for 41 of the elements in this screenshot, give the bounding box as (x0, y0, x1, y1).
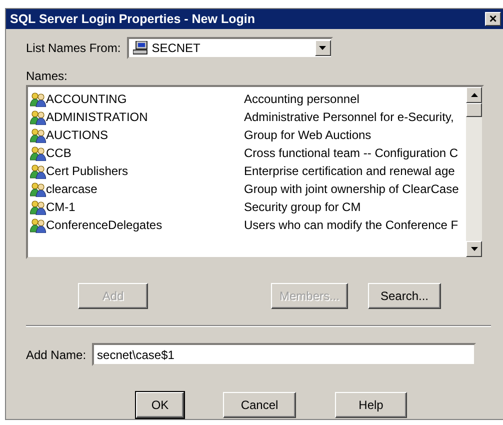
group-name[interactable]: CCB (46, 146, 72, 160)
user-group-icon (30, 91, 46, 107)
group-description: Users who can modify the Conference F (244, 218, 460, 232)
group-name[interactable]: AUCTIONS (46, 128, 108, 142)
group-description: Group for Web Auctions (244, 128, 372, 142)
group-name[interactable]: Cert Publishers (46, 164, 128, 178)
list-names-from-dropdown[interactable]: SECNET (126, 37, 333, 59)
dropdown-value: SECNET (152, 41, 202, 55)
group-description: Administrative Personnel for e-Security, (244, 110, 455, 124)
group-description: Enterprise certification and renewal age (244, 164, 456, 178)
user-group-icon (30, 163, 46, 179)
close-button[interactable]: × (485, 12, 501, 26)
user-group-icon (30, 181, 46, 197)
ok-button[interactable]: OK (136, 392, 184, 418)
group-name[interactable]: ACCOUNTING (46, 92, 127, 106)
add-name-field[interactable]: secnet\case$1 (92, 343, 476, 366)
group-description: Accounting personnel (244, 92, 360, 106)
scroll-up-icon[interactable] (466, 87, 482, 103)
cancel-button[interactable]: Cancel (223, 392, 296, 418)
user-group-icon (30, 127, 46, 143)
list-names-from-label: List Names From: (26, 41, 121, 55)
user-group-icon (30, 145, 46, 161)
group-name[interactable]: CM-1 (46, 200, 76, 214)
group-description: Cross functional team -- Configuration C (244, 146, 460, 160)
window-title: SQL Server Login Properties - New Login (10, 12, 255, 26)
user-group-icon (30, 199, 46, 215)
group-description: Group with joint ownership of ClearCase (244, 182, 460, 196)
group-name[interactable]: ConferenceDelegates (46, 218, 162, 232)
group-name[interactable]: ADMINISTRATION (46, 110, 148, 124)
group-name[interactable]: clearcase (46, 182, 98, 196)
user-group-icon (30, 217, 46, 233)
search-button[interactable]: Search... (368, 283, 441, 309)
scrollbar[interactable] (466, 87, 482, 257)
scroll-thumb[interactable] (466, 103, 482, 117)
help-button[interactable]: Help (335, 392, 407, 418)
user-group-icon (30, 109, 46, 125)
computer-icon (132, 41, 149, 55)
add-name-label: Add Name: (26, 348, 86, 362)
group-description: Security group for CM (244, 200, 362, 214)
names-label: Names: (26, 69, 68, 83)
scroll-down-icon[interactable] (466, 241, 482, 257)
